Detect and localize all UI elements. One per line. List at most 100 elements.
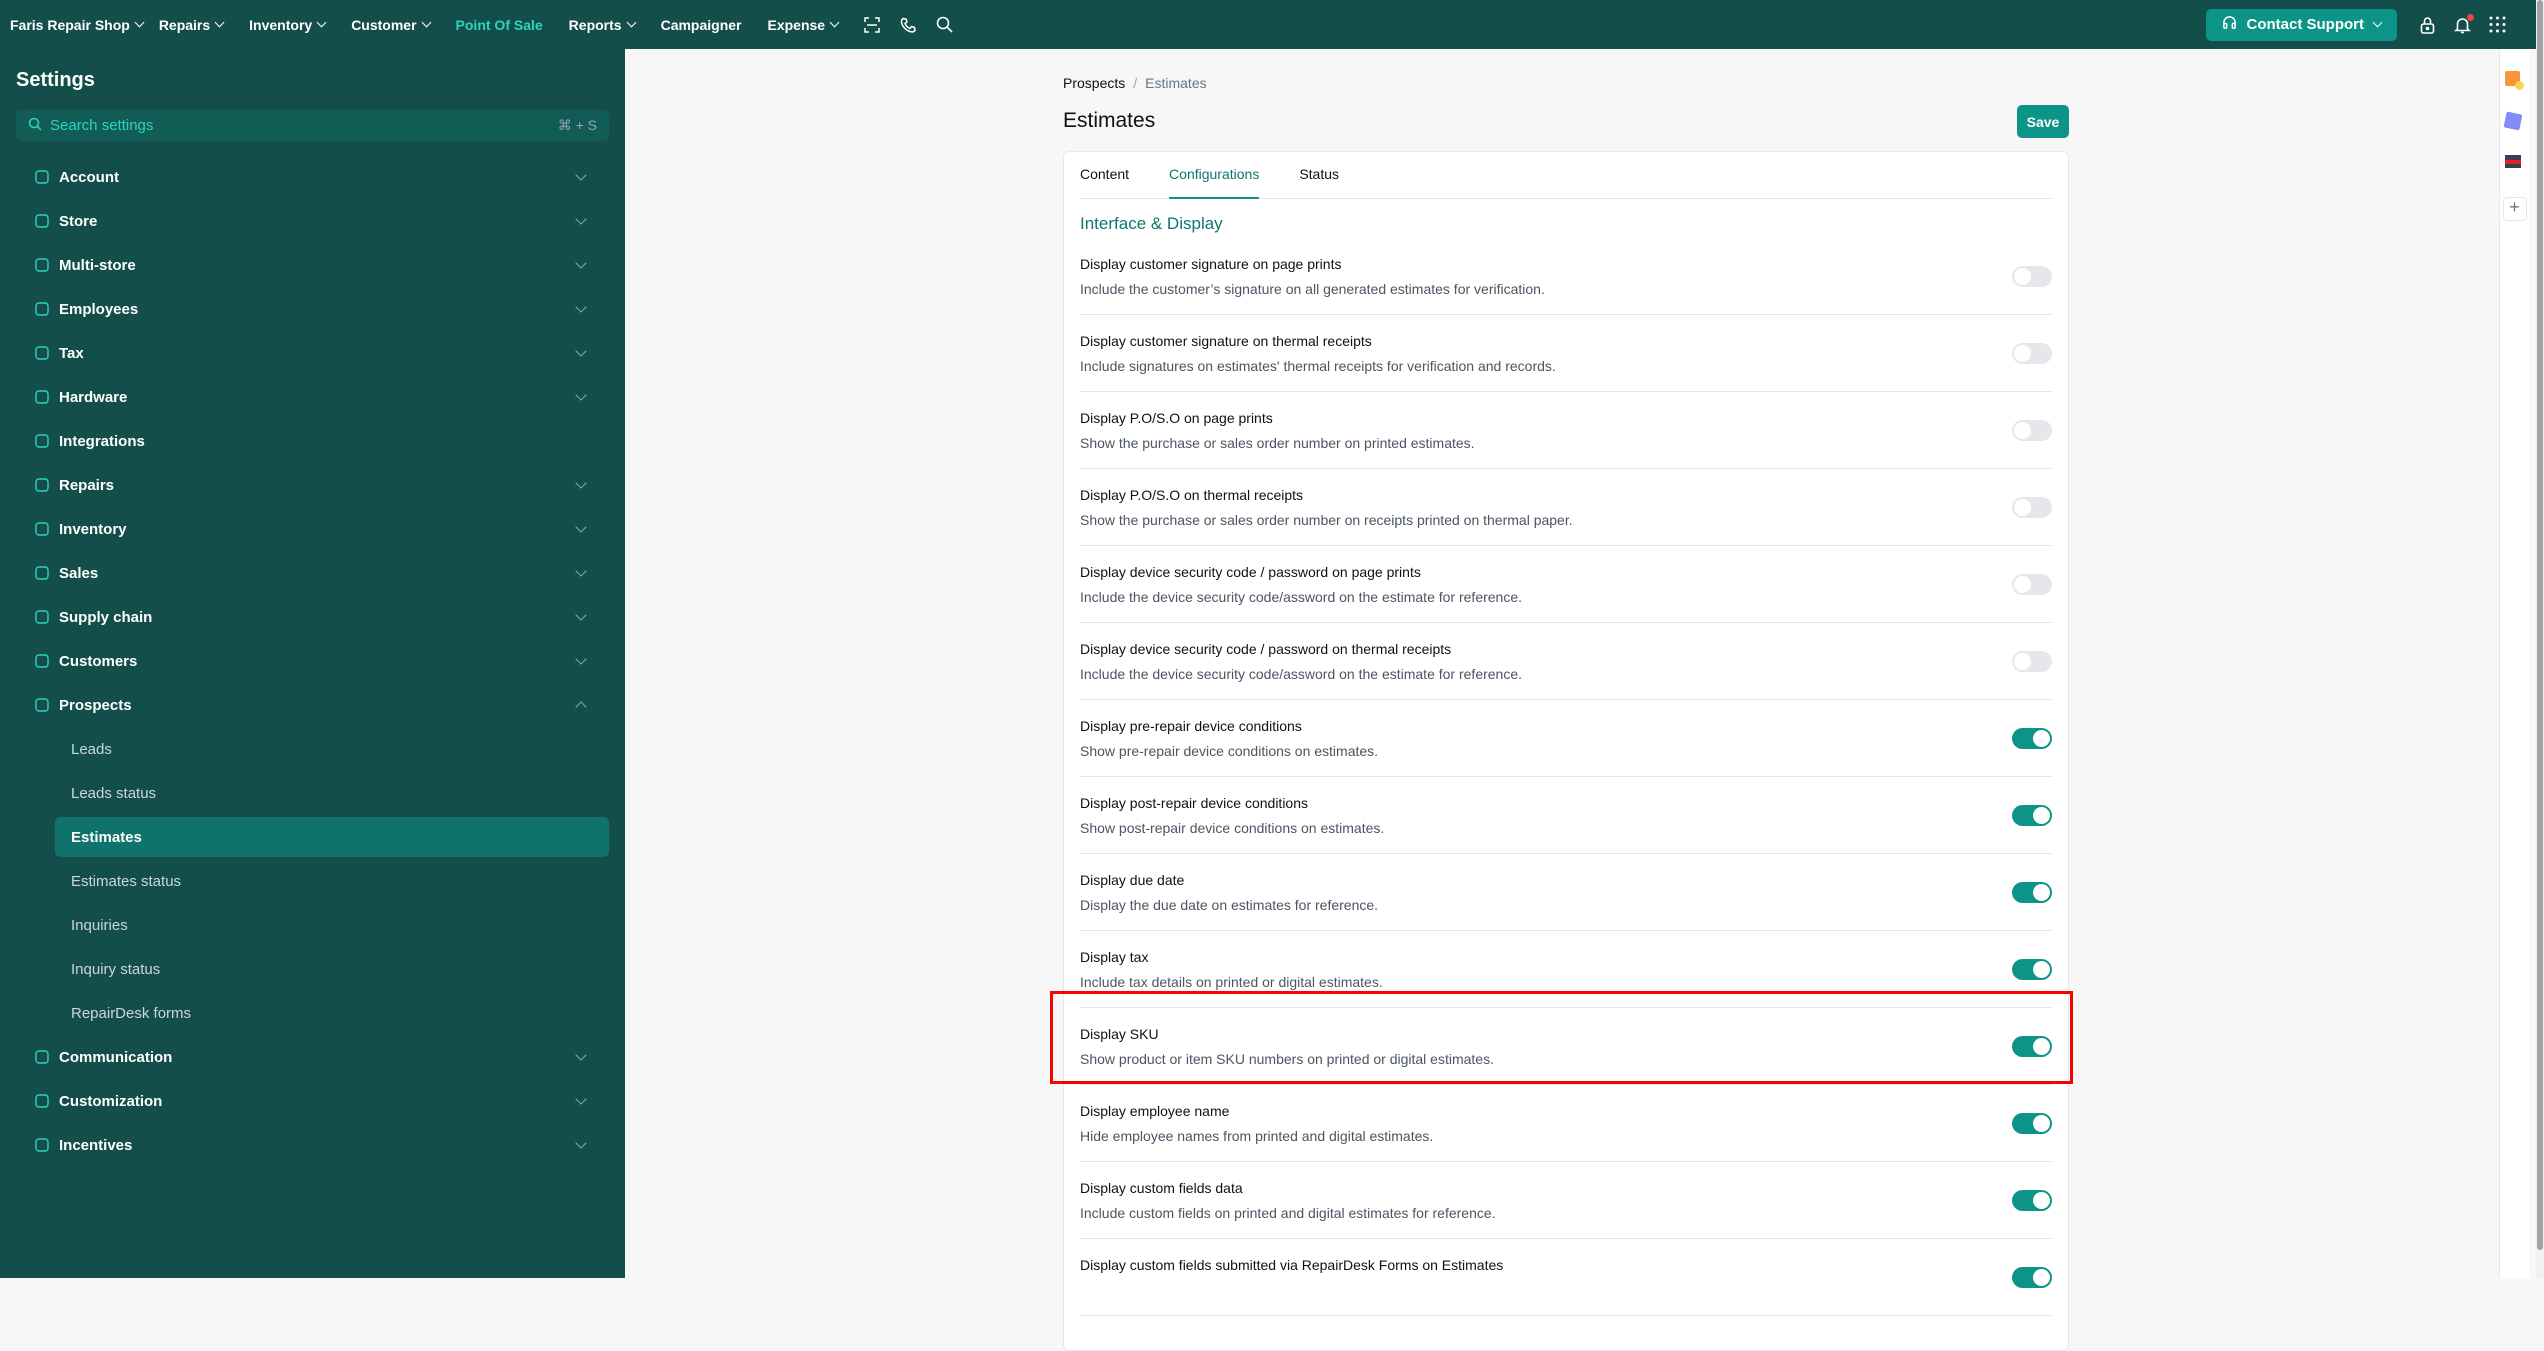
sidebar-menu: Account Store Multi-store Employees Tax Hardw… bbox=[0, 155, 625, 1167]
nav-customer[interactable]: Customer bbox=[351, 17, 431, 33]
apps-grid-icon[interactable] bbox=[2489, 16, 2506, 33]
wallet-app-icon[interactable] bbox=[2504, 155, 2525, 175]
sidebar-item-incentives[interactable]: Incentives bbox=[0, 1123, 625, 1167]
sidebar-subitem-leads[interactable]: Leads bbox=[55, 727, 609, 771]
nav-repairs[interactable]: Repairs bbox=[159, 17, 225, 33]
nav-inventory[interactable]: Inventory bbox=[249, 17, 327, 33]
nav-reports[interactable]: Reports bbox=[569, 17, 637, 33]
lock-icon[interactable] bbox=[2419, 16, 2436, 34]
sidebar-item-label: Communication bbox=[59, 1048, 173, 1066]
sidebar-subitem-estimates-status[interactable]: Estimates status bbox=[55, 859, 609, 903]
phone-icon[interactable] bbox=[900, 17, 916, 33]
setting-description: Include the device security code/assword… bbox=[1080, 665, 1523, 682]
sidebar-item-label: Customers bbox=[59, 652, 138, 670]
setting-title: Display P.O/S.O on thermal receipts bbox=[1080, 486, 1304, 503]
section-title: Interface & Display bbox=[1080, 214, 1223, 233]
nav-campaigner[interactable]: Campaigner bbox=[661, 17, 742, 33]
sidebar-item-repairs[interactable]: Repairs bbox=[0, 463, 625, 507]
settings-list: Display customer signature on page print… bbox=[1080, 238, 2052, 1316]
sidebar-item-prospects[interactable]: Prospects bbox=[0, 683, 625, 727]
sidebar-subitem-inquiry-status[interactable]: Inquiry status bbox=[55, 947, 609, 991]
save-button[interactable]: Save bbox=[2017, 105, 2069, 138]
tab-status[interactable]: Status bbox=[1299, 152, 1339, 199]
right-rail: + bbox=[2499, 49, 2529, 1278]
setting-toggle[interactable] bbox=[2012, 1035, 2052, 1057]
store-icon bbox=[34, 213, 50, 229]
sidebar-subitem-leads-status[interactable]: Leads status bbox=[55, 771, 609, 815]
setting-toggle[interactable] bbox=[2012, 1112, 2052, 1134]
orange-app-icon[interactable] bbox=[2504, 71, 2525, 91]
nav-point-of-sale[interactable]: Point Of Sale bbox=[456, 17, 543, 33]
setting-row: Display tax Include tax details on printe… bbox=[1080, 931, 2052, 1008]
sidebar-item-label: Tax bbox=[59, 344, 84, 362]
sidebar-item-label: Sales bbox=[59, 564, 99, 582]
setting-toggle[interactable] bbox=[2012, 573, 2052, 595]
wrench-icon bbox=[34, 477, 50, 493]
sidebar-item-account[interactable]: Account bbox=[0, 155, 625, 199]
setting-description: Display the due date on estimates for re… bbox=[1080, 896, 1379, 913]
setting-title: Display employee name bbox=[1080, 1102, 1230, 1119]
setting-toggle[interactable] bbox=[2012, 1189, 2052, 1211]
search-settings-input[interactable]: Search settings ⌘ + S bbox=[16, 110, 609, 141]
sidebar-item-employees[interactable]: Employees bbox=[0, 287, 625, 331]
sidebar-item-store[interactable]: Store bbox=[0, 199, 625, 243]
setting-toggle[interactable] bbox=[2012, 1266, 2052, 1288]
scan-icon[interactable] bbox=[864, 16, 880, 33]
chevron-down-icon bbox=[575, 169, 587, 181]
tab-content[interactable]: Content bbox=[1080, 152, 1129, 199]
setting-toggle[interactable] bbox=[2012, 419, 2052, 441]
sidebar-subitem-repairdesk-forms[interactable]: RepairDesk forms bbox=[55, 991, 609, 1035]
sidebar-item-sales[interactable]: Sales bbox=[0, 551, 625, 595]
setting-title: Display customer signature on page print… bbox=[1080, 255, 1342, 272]
tab-configurations[interactable]: Configurations bbox=[1169, 152, 1260, 199]
chevron-down-icon bbox=[575, 257, 587, 269]
nav-faris-repair-shop[interactable]: Faris Repair Shop bbox=[10, 17, 145, 33]
cards-app-icon[interactable] bbox=[2503, 111, 2525, 133]
chevron-down-icon bbox=[134, 17, 145, 28]
setting-toggle[interactable] bbox=[2012, 958, 2052, 980]
setting-toggle[interactable] bbox=[2012, 804, 2052, 826]
sidebar-item-label: Integrations bbox=[59, 432, 145, 450]
setting-toggle[interactable] bbox=[2012, 342, 2052, 364]
page-scrollbar[interactable] bbox=[2536, 0, 2544, 1278]
search-icon[interactable] bbox=[936, 16, 953, 33]
sidebar-item-supply-chain[interactable]: Supply chain bbox=[0, 595, 625, 639]
chevron-down-icon bbox=[575, 477, 587, 489]
setting-description: Show the purchase or sales order number … bbox=[1080, 511, 1573, 528]
setting-toggle[interactable] bbox=[2012, 650, 2052, 672]
sidebar-item-inventory[interactable]: Inventory bbox=[0, 507, 625, 551]
sidebar-item-customers[interactable]: Customers bbox=[0, 639, 625, 683]
chevron-down-icon bbox=[575, 653, 587, 665]
settings-card: Content Configurations Status Interface & … bbox=[1063, 151, 2069, 1351]
sidebar-item-tax[interactable]: Tax bbox=[0, 331, 625, 375]
setting-title: Display pre-repair device conditions bbox=[1080, 717, 1302, 734]
sidebar-item-hardware[interactable]: Hardware bbox=[0, 375, 625, 419]
setting-description: Show product or item SKU numbers on prin… bbox=[1080, 1050, 1494, 1067]
nav-expense[interactable]: Expense bbox=[768, 17, 840, 33]
sidebar-subitem-inquiries[interactable]: Inquiries bbox=[55, 903, 609, 947]
search-icon bbox=[28, 117, 42, 135]
setting-toggle[interactable] bbox=[2012, 727, 2052, 749]
bell-icon[interactable] bbox=[2454, 13, 2474, 34]
sidebar-title: Settings bbox=[16, 69, 95, 91]
sidebar-item-integrations[interactable]: Integrations bbox=[0, 419, 625, 463]
breadcrumb-prospects[interactable]: Prospects bbox=[1063, 75, 1125, 91]
contact-support-button[interactable]: Contact Support bbox=[2205, 8, 2397, 41]
chevron-down-icon bbox=[575, 565, 587, 577]
sidebar-item-multi-store[interactable]: Multi-store bbox=[0, 243, 625, 287]
warehouse-icon bbox=[34, 521, 50, 537]
sidebar-item-label: Account bbox=[59, 168, 119, 186]
chevron-down-icon bbox=[575, 389, 587, 401]
sidebar-item-communication[interactable]: Communication bbox=[0, 1035, 625, 1079]
sidebar-subitem-estimates[interactable]: Estimates bbox=[55, 817, 609, 857]
sidebar-item-customization[interactable]: Customization bbox=[0, 1079, 625, 1123]
setting-toggle[interactable] bbox=[2012, 881, 2052, 903]
setting-description: Include custom fields on printed and dig… bbox=[1080, 1204, 1496, 1221]
main-nav: Faris Repair Shop Repairs Inventory Custome… bbox=[0, 0, 973, 49]
chevron-down-icon bbox=[316, 17, 327, 28]
setting-toggle[interactable] bbox=[2012, 496, 2052, 518]
setting-toggle[interactable] bbox=[2012, 265, 2052, 287]
setting-description: Include the device security code/assword… bbox=[1080, 588, 1523, 605]
setting-title: Display custom fields data bbox=[1080, 1179, 1243, 1196]
add-app-icon[interactable]: + bbox=[2502, 197, 2527, 221]
